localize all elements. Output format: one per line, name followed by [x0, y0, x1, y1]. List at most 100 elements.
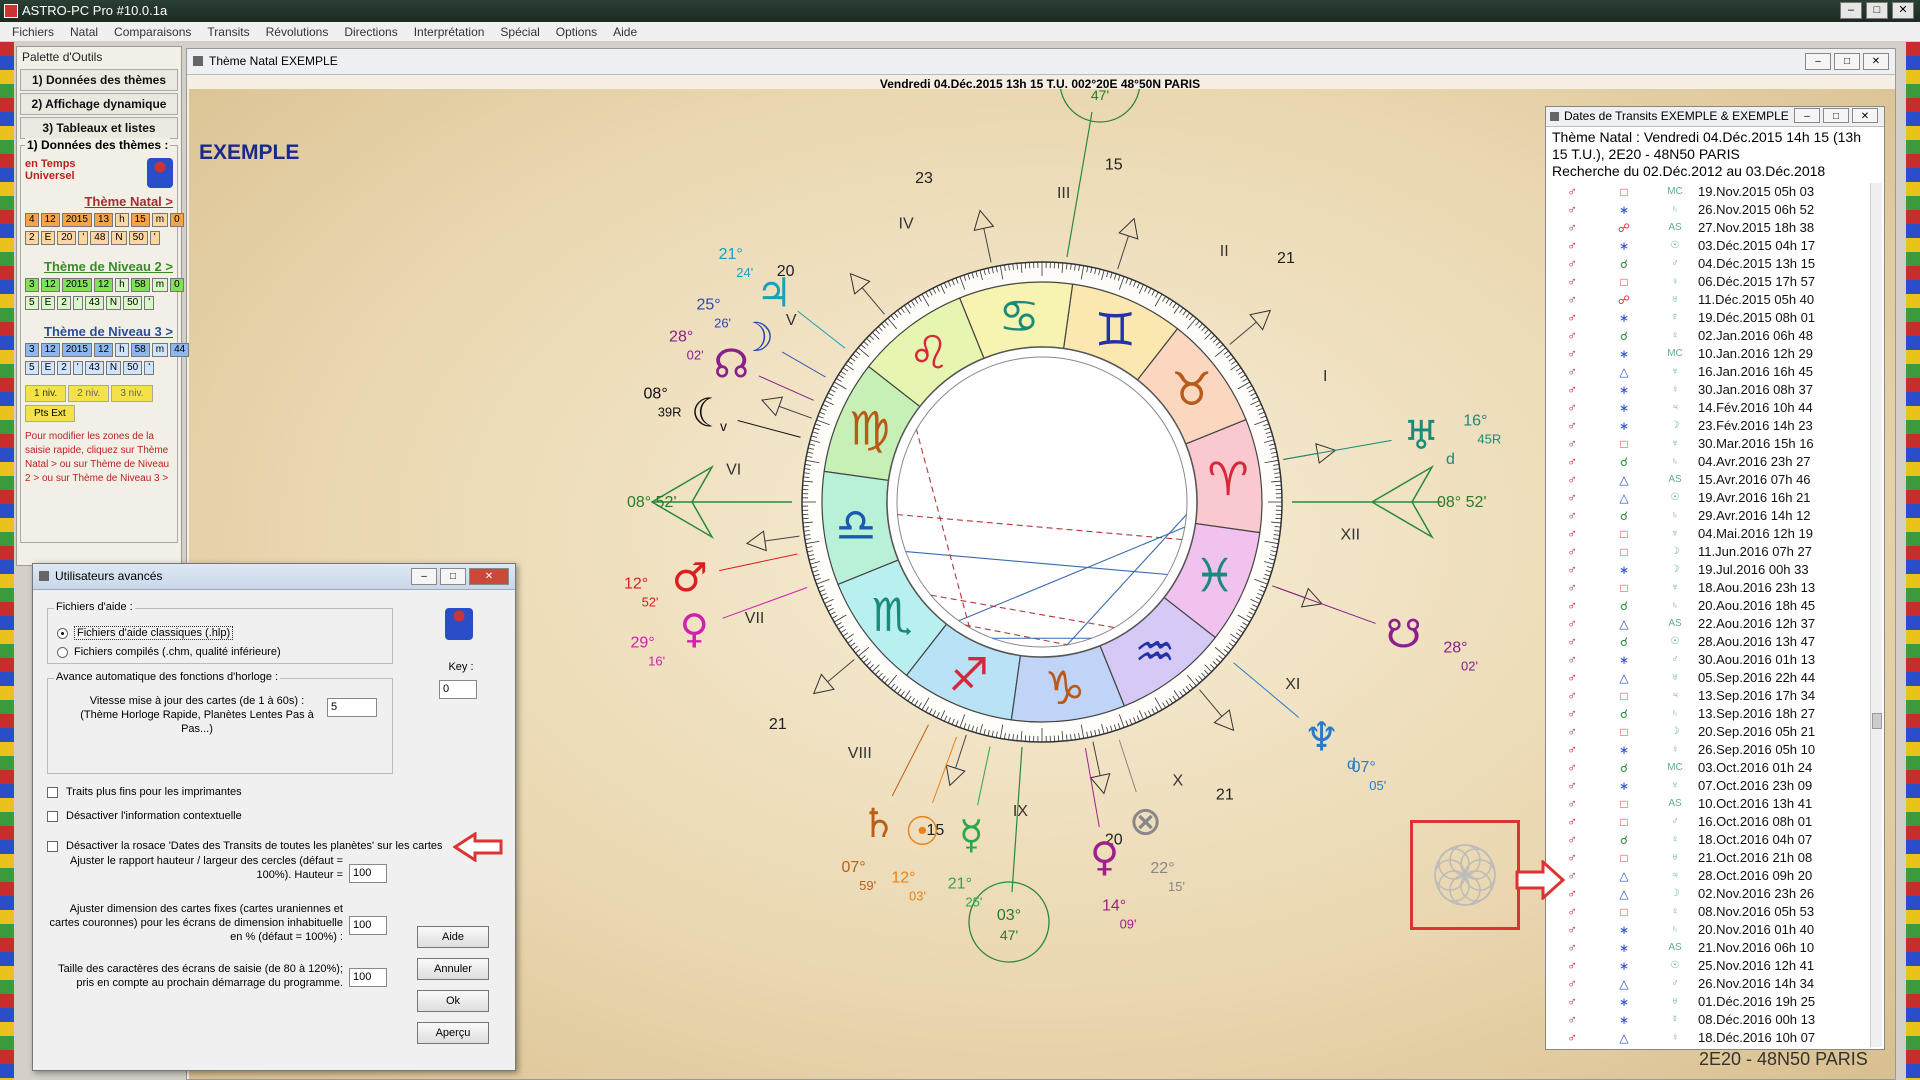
n3-day[interactable]: 3: [25, 343, 39, 357]
transit-row[interactable]: ♂ □ ♆ 18.Aou.2016 23h 13: [1548, 579, 1870, 597]
transit-row[interactable]: ♂ ∗ ☉ 03.Déc.2015 04h 17: [1548, 237, 1870, 255]
planet-glyph-icon[interactable]: ♅: [1403, 413, 1439, 459]
natal-lon-dir[interactable]: E: [40, 231, 56, 245]
planet-glyph-icon[interactable]: ☉: [904, 809, 940, 855]
transit-row[interactable]: ♂ ∗ ♄ 26.Nov.2015 06h 52: [1548, 201, 1870, 219]
app-minimize-button[interactable]: –: [1840, 2, 1862, 19]
planet-glyph-icon[interactable]: ⊗: [1129, 799, 1163, 845]
transit-row[interactable]: ♂ □ ♃ 13.Sep.2016 17h 34: [1548, 687, 1870, 705]
transit-row[interactable]: ♂ ∗ ♀ 26.Sep.2016 05h 10: [1548, 741, 1870, 759]
palette-button-affichage[interactable]: 2) Affichage dynamique: [20, 93, 178, 115]
planet-glyph-icon[interactable]: ♀: [1090, 835, 1119, 881]
key-input[interactable]: 0: [439, 680, 477, 699]
transits-minimize-button[interactable]: –: [1794, 108, 1820, 123]
planet-glyph-icon[interactable]: ♃: [756, 271, 792, 317]
transit-row[interactable]: ♂ ☌ MC 03.Oct.2016 01h 24: [1548, 759, 1870, 777]
speed-stepper[interactable]: 5: [327, 698, 377, 717]
transit-row[interactable]: ♂ △ ♂ 26.Nov.2016 14h 34: [1548, 975, 1870, 993]
app-close-button[interactable]: ✕: [1892, 2, 1914, 19]
fixed-input[interactable]: 100: [349, 916, 387, 935]
aide-button[interactable]: Aide: [417, 926, 489, 948]
n2-lon-min[interactable]: 2: [57, 296, 71, 310]
annuler-button[interactable]: Annuler: [417, 958, 489, 980]
transit-row[interactable]: ♂ ☌ ♄ 04.Avr.2016 23h 27: [1548, 453, 1870, 471]
natal-lat-dir[interactable]: N: [111, 231, 127, 245]
n2-min[interactable]: 58: [130, 278, 150, 292]
transit-row[interactable]: ♂ △ AS 15.Avr.2016 07h 46: [1548, 471, 1870, 489]
transit-row[interactable]: ♂ ☌ ♀ 02.Jan.2016 06h 48: [1548, 327, 1870, 345]
natal-lat-min[interactable]: 50: [128, 231, 148, 245]
n3-lon-deg[interactable]: 5: [25, 361, 39, 375]
transit-row[interactable]: ♂ △ ☽ 02.Nov.2016 23h 26: [1548, 885, 1870, 903]
transit-row[interactable]: ♂ ∗ ♅ 01.Déc.2016 19h 25: [1548, 993, 1870, 1011]
n2-day[interactable]: 3: [25, 278, 39, 292]
left-color-toolbar[interactable]: [0, 42, 14, 1080]
transit-row[interactable]: ♂ ☌ ♄ 20.Aou.2016 18h 45: [1548, 597, 1870, 615]
font-input[interactable]: 100: [349, 968, 387, 987]
transits-list[interactable]: ♂ □ MC 19.Nov.2015 05h 03 ♂ ∗ ♄ 26.Nov.2015 06h…: [1548, 183, 1870, 1047]
transit-row[interactable]: ♂ ∗ ♄ 20.Nov.2016 01h 40: [1548, 921, 1870, 939]
n3-lat-dir[interactable]: N: [105, 361, 122, 375]
transits-scrollbar[interactable]: [1870, 183, 1882, 1047]
natal-lat-deg[interactable]: 48: [90, 231, 110, 245]
niv3-button[interactable]: 3 niv.: [111, 385, 153, 402]
transit-row[interactable]: ♂ △ ♅ 05.Sep.2016 22h 44: [1548, 669, 1870, 687]
pts-ext-button[interactable]: Pts Ext: [25, 405, 75, 422]
right-color-toolbar[interactable]: [1906, 42, 1920, 1080]
n3-lon-min[interactable]: 2: [57, 361, 71, 375]
scrollbar-thumb[interactable]: [1872, 713, 1882, 729]
natal-sec[interactable]: 0: [170, 213, 184, 227]
apercu-button[interactable]: Aperçu: [417, 1022, 489, 1044]
menu-revolutions[interactable]: Révolutions: [258, 22, 337, 41]
menu-options[interactable]: Options: [548, 22, 605, 41]
transit-row[interactable]: ♂ □ ♂ 16.Oct.2016 08h 01: [1548, 813, 1870, 831]
transit-row[interactable]: ♂ ☌ ♄ 29.Avr.2016 14h 12: [1548, 507, 1870, 525]
transit-row[interactable]: ♂ □ ♆ 30.Mar.2016 15h 16: [1548, 435, 1870, 453]
transit-row[interactable]: ♂ △ ♀ 18.Déc.2016 10h 07: [1548, 1029, 1870, 1047]
transit-row[interactable]: ♂ ∗ ☿ 19.Déc.2015 08h 01: [1548, 309, 1870, 327]
menu-natal[interactable]: Natal: [62, 22, 106, 41]
transit-row[interactable]: ♂ ☍ ♅ 11.Déc.2015 05h 40: [1548, 291, 1870, 309]
dialog-minimize-button[interactable]: –: [411, 568, 437, 585]
palette-button-tableaux[interactable]: 3) Tableaux et listes: [20, 117, 178, 139]
n2-lat-dir[interactable]: N: [105, 296, 122, 310]
checkbox-context-info[interactable]: Désactiver l'information contextuelle: [47, 810, 242, 822]
transit-row[interactable]: ♂ ∗ ♂ 30.Aou.2016 01h 13: [1548, 651, 1870, 669]
n2-lat-deg[interactable]: 43: [84, 296, 104, 310]
natal-month[interactable]: 12: [40, 213, 60, 227]
n3-lat-min[interactable]: 50: [123, 361, 143, 375]
theme-niveau2-link[interactable]: Thème de Niveau 2 >: [25, 259, 173, 274]
n2-hour[interactable]: 12: [93, 278, 114, 292]
niv1-button[interactable]: 1 niv.: [25, 385, 67, 402]
n2-year[interactable]: 2015: [61, 278, 92, 292]
transit-row[interactable]: ♂ □ AS 10.Oct.2016 13h 41: [1548, 795, 1870, 813]
transit-row[interactable]: ♂ △ ♆ 16.Jan.2016 16h 45: [1548, 363, 1870, 381]
dialog-maximize-button[interactable]: □: [440, 568, 466, 585]
rosace-icon[interactable]: [1413, 823, 1517, 927]
menu-special[interactable]: Spécial: [492, 22, 547, 41]
transit-row[interactable]: ♂ ∗ ☉ 25.Nov.2016 12h 41: [1548, 957, 1870, 975]
n3-hour[interactable]: 12: [93, 343, 114, 357]
transit-row[interactable]: ♂ ☌ ♂ 04.Déc.2015 13h 15: [1548, 255, 1870, 273]
transit-row[interactable]: ♂ □ ♀ 06.Déc.2015 17h 57: [1548, 273, 1870, 291]
checkbox-icon[interactable]: [47, 786, 58, 798]
transit-row[interactable]: ♂ ☌ ♀ 18.Oct.2016 04h 07: [1548, 831, 1870, 849]
transit-row[interactable]: ♂ ∗ ♆ 07.Oct.2016 23h 09: [1548, 777, 1870, 795]
transit-row[interactable]: ♂ ∗ ♀ 30.Jan.2016 08h 37: [1548, 381, 1870, 399]
n2-lon-deg[interactable]: 5: [25, 296, 39, 310]
transit-row[interactable]: ♂ △ ☉ 19.Avr.2016 16h 21: [1548, 489, 1870, 507]
checkbox-thin-lines[interactable]: Traits plus fins pour les imprimantes: [47, 786, 242, 798]
n3-lon-dir[interactable]: E: [40, 361, 56, 375]
transit-row[interactable]: ♂ △ ♃ 28.Oct.2016 09h 20: [1548, 867, 1870, 885]
n2-lat-min[interactable]: 50: [123, 296, 143, 310]
transits-close-button[interactable]: ✕: [1852, 108, 1878, 123]
theme-niveau3-link[interactable]: Thème de Niveau 3 >: [25, 324, 173, 339]
radio-checked-icon[interactable]: [57, 627, 68, 639]
natal-min[interactable]: 15: [130, 213, 150, 227]
n2-month[interactable]: 12: [40, 278, 60, 292]
transit-row[interactable]: ♂ ☌ ☉ 28.Aou.2016 13h 47: [1548, 633, 1870, 651]
transit-row[interactable]: ♂ ∗ MC 10.Jan.2016 12h 29: [1548, 345, 1870, 363]
n3-lat-deg[interactable]: 43: [84, 361, 104, 375]
palette-button-donnees[interactable]: 1) Données des thèmes: [20, 69, 178, 91]
niv2-button[interactable]: 2 niv.: [68, 385, 110, 402]
